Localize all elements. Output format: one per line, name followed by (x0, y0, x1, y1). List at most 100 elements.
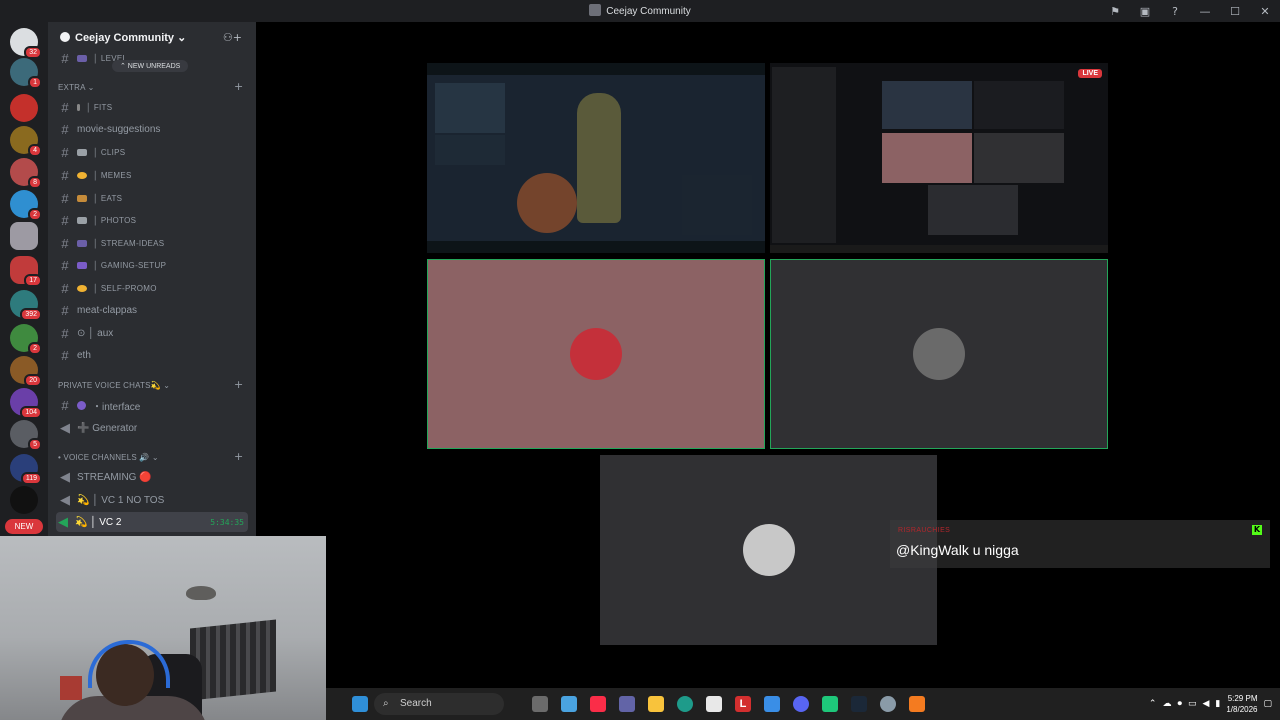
channel-item[interactable]: # │ GAMING-SETUP (58, 255, 248, 275)
network-icon[interactable]: ▭ (1188, 699, 1197, 709)
windows-start-icon[interactable] (352, 696, 368, 712)
user-avatar (570, 328, 622, 380)
maximize-button[interactable]: ☐ (1220, 5, 1250, 18)
channel-item[interactable]: # movie-suggestions (58, 119, 248, 139)
ceiling-light (186, 586, 216, 600)
voice-channel-item-active[interactable]: ◀ 💫 │ VC 2 5:34:35 (56, 512, 248, 532)
copilot-icon[interactable] (561, 696, 577, 712)
add-channel-icon[interactable]: + (234, 450, 243, 463)
mirror-tile (974, 133, 1064, 183)
music-icon[interactable] (590, 696, 606, 712)
settings-gear-icon[interactable] (880, 696, 896, 712)
kick-icon: K (1252, 525, 1262, 535)
mirror-tile (882, 133, 972, 183)
server-icon[interactable] (10, 94, 38, 122)
teams-icon[interactable] (619, 696, 635, 712)
vlc-icon[interactable] (909, 696, 925, 712)
new-unreads-banner[interactable]: ⌃ NEW UNREADS (112, 60, 189, 72)
mirror-tile (882, 81, 972, 129)
server-icon[interactable]: 392 (10, 290, 42, 321)
minimize-button[interactable]: — (1190, 5, 1220, 18)
server-name[interactable]: Ceejay Community ⌄ (60, 31, 186, 44)
microphone-icon[interactable]: ⏺ (1177, 699, 1182, 709)
voice-tile-speaking[interactable] (770, 259, 1108, 449)
server-icon[interactable]: 8 (10, 158, 42, 189)
help-icon[interactable]: ? (1160, 5, 1190, 18)
server-icon[interactable]: 119 (10, 454, 42, 485)
channel-item[interactable]: # │ STREAM-IDEAS (58, 233, 248, 253)
server-icon[interactable]: 4 (10, 126, 42, 157)
file-explorer-icon[interactable] (648, 696, 664, 712)
voice-tile-speaking[interactable] (427, 259, 765, 449)
voice-channel-item[interactable]: ◀ STREAMING 🔴 (58, 467, 248, 487)
search-icon: ⌕ (383, 698, 389, 709)
server-icon[interactable]: 2 (10, 324, 42, 355)
app-l-icon[interactable]: L (735, 696, 751, 712)
notification-icon[interactable]: ▢ (1263, 699, 1272, 709)
hash-icon: # (61, 325, 69, 341)
battery-icon[interactable]: ▮ (1215, 699, 1220, 709)
category-voice-channels[interactable]: • VOICE CHANNELS 🔊 ⌄ (58, 453, 159, 462)
category-private-voice[interactable]: PRIVATE VOICE CHATS💫 ⌄ (58, 381, 170, 390)
category-extra[interactable]: EXTRA ⌄ (58, 83, 95, 92)
invite-people-icon[interactable]: ⚇+ (223, 31, 242, 44)
channel-item[interactable]: # ・interface (58, 395, 248, 415)
hash-icon: # (61, 121, 69, 137)
vscode-icon[interactable] (764, 696, 780, 712)
server-icon[interactable]: 2 (10, 190, 42, 221)
user-avatar (742, 524, 795, 576)
channel-item[interactable]: # eth (58, 345, 248, 365)
clock[interactable]: 5:29 PM 1/8/2026 (1226, 693, 1257, 715)
speaker-icon: ◀ (60, 492, 70, 507)
channel-sidebar: Ceejay Community ⌄ ⚇+ # │ LEVEL ⌃ NEW UNR… (48, 22, 256, 536)
user-avatar (913, 328, 965, 380)
webcam-overlay (0, 536, 326, 720)
voice-channel-item[interactable]: ◀ ➕ Generator (58, 418, 248, 438)
channel-item[interactable]: # │ MEMES (58, 165, 248, 185)
add-channel-icon[interactable]: + (234, 80, 243, 93)
new-servers-pill[interactable]: NEW (5, 519, 43, 534)
store-icon[interactable] (706, 696, 722, 712)
channel-item[interactable]: # │ PHOTOS (58, 210, 248, 230)
cloud-icon[interactable]: ☁ (1162, 699, 1171, 709)
mirror-tile (928, 185, 1018, 235)
channel-item[interactable]: # meat-clappas (58, 300, 248, 320)
close-button[interactable]: ✕ (1250, 5, 1280, 18)
steam-icon[interactable] (851, 696, 867, 712)
voice-channel-item[interactable]: ◀ 💫 │ VC 1 NO TOS (58, 490, 248, 510)
server-icon[interactable]: 1 (10, 58, 42, 89)
hash-icon: # (61, 235, 69, 251)
screen-share-desktop[interactable]: LIVE (770, 63, 1108, 253)
volume-icon[interactable]: ◀ (1202, 699, 1209, 709)
discord-icon[interactable] (793, 696, 809, 712)
channel-item[interactable]: # ⊙ │ aux (58, 323, 248, 343)
channel-item[interactable]: # │ CLIPS (58, 142, 248, 162)
channel-item[interactable]: # │ EATS (58, 188, 248, 208)
server-icon[interactable] (10, 222, 38, 250)
chevron-up-icon[interactable]: ⌃ (1149, 699, 1157, 709)
app-icon[interactable] (822, 696, 838, 712)
inbox-icon[interactable]: ⚑ (1100, 5, 1130, 18)
edge-icon[interactable] (677, 696, 693, 712)
add-channel-icon[interactable]: + (234, 378, 243, 391)
system-tray: ⌃ ☁ ⏺ ▭ ◀ ▮ 5:29 PM 1/8/2026 ▢ (1149, 692, 1272, 716)
screen-icon[interactable]: ▣ (1130, 5, 1160, 18)
hash-icon: # (61, 280, 69, 296)
server-icon[interactable]: 20 (10, 356, 42, 387)
server-icon[interactable]: 5 (10, 420, 42, 451)
game-top-bar (427, 63, 765, 75)
channel-item[interactable]: # │ SELF-PROMO (58, 278, 248, 298)
taskbar-search[interactable]: ⌕ Search (374, 693, 504, 715)
screen-share-game[interactable] (427, 63, 765, 253)
mirror-taskbar (770, 245, 1108, 253)
voice-tile[interactable] (600, 455, 937, 645)
channel-emoji-icon (77, 261, 87, 269)
channel-item[interactable]: # │ FITS (58, 97, 248, 117)
server-icon[interactable]: 104 (10, 388, 42, 419)
task-view-icon[interactable] (532, 696, 548, 712)
server-icon[interactable] (10, 486, 38, 514)
game-panel (435, 135, 505, 165)
game-character (577, 93, 621, 223)
discord-home-icon[interactable]: 32 (10, 28, 42, 59)
server-icon-selected[interactable]: 17 (10, 256, 42, 287)
